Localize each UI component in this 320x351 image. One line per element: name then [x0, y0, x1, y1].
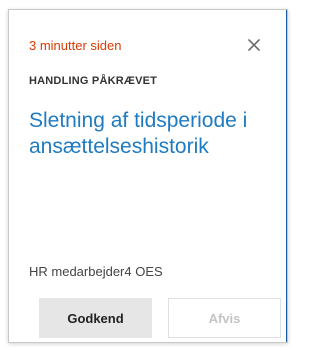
category-label: HANDLING PÅKRÆVET [29, 75, 158, 87]
reject-button[interactable]: Afvis [168, 298, 281, 338]
close-icon[interactable] [245, 36, 263, 54]
timestamp: 3 minutter siden [29, 38, 122, 53]
card-edge [286, 10, 287, 342]
author-name: HR medarbejder4 OES [29, 264, 163, 279]
approve-button[interactable]: Godkend [39, 298, 152, 338]
notification-title[interactable]: Sletning af tidsperiode i ansættelseshis… [29, 108, 279, 160]
notification-card: 3 minutter siden HANDLING PÅKRÆVET Sletn… [8, 9, 288, 343]
